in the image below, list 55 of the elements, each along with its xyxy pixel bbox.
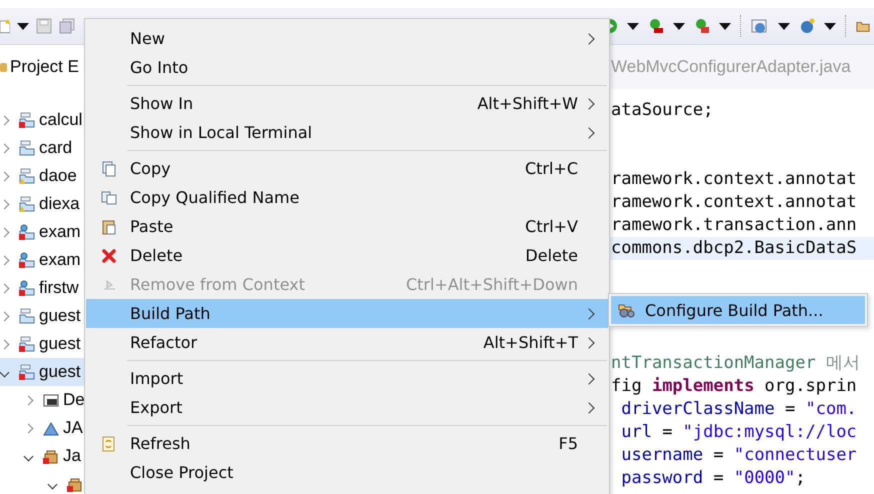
clipboard-icon <box>101 218 117 234</box>
menu-item[interactable]: Go Into <box>86 53 608 82</box>
menu-item[interactable]: Show in Local Terminal <box>86 118 608 147</box>
tree-item[interactable]: daoe <box>0 162 84 190</box>
tree-item[interactable]: exam <box>0 218 84 246</box>
code-line: password = "0000"; <box>620 467 807 490</box>
menu-item[interactable]: Import <box>86 364 608 393</box>
tree-item[interactable]: guest <box>0 330 84 358</box>
delete-icon <box>101 248 117 264</box>
menu-item[interactable]: Delete Delete <box>86 241 608 270</box>
caret-icon[interactable] <box>778 22 790 30</box>
tree-item[interactable]: card <box>0 134 84 162</box>
menu-item[interactable]: Copy Ctrl+C <box>86 154 608 183</box>
panel-icon <box>0 62 7 72</box>
menu-item[interactable]: Show In Alt+Shift+W <box>86 89 608 118</box>
save-all-icon[interactable] <box>59 18 75 34</box>
menu-item[interactable]: Refactor Alt+Shift+T <box>86 328 608 357</box>
new-file-icon[interactable] <box>0 18 10 34</box>
menu-item[interactable]: Copy Qualified Name <box>86 183 608 212</box>
code-line: ntTransactionManager 메서 <box>610 352 861 375</box>
menu-item[interactable]: Export <box>86 393 608 422</box>
menu-item[interactable]: Configure Build Path... <box>611 296 865 324</box>
caret-icon[interactable] <box>673 22 685 30</box>
tree-item[interactable]: diexa <box>0 190 84 218</box>
code-line: username = "connectuser <box>620 444 858 467</box>
copy-icon <box>101 160 117 176</box>
tree-item[interactable]: Ja <box>0 442 84 470</box>
caret-icon[interactable] <box>719 22 731 30</box>
code-line: driverClassName = "com. <box>620 398 858 421</box>
menu-item[interactable]: Close Project <box>86 458 608 487</box>
caret-icon[interactable] <box>17 22 29 30</box>
menu-item[interactable]: Refresh F5 <box>86 429 608 458</box>
tree-item[interactable]: guest <box>0 302 84 330</box>
refresh-icon <box>101 436 117 452</box>
code-line: url = "jdbc:mysql://loc <box>620 421 858 444</box>
tree-item[interactable]: De <box>0 386 84 414</box>
code-line: ramework.context.annotat <box>610 191 858 214</box>
gears-icon <box>617 302 635 318</box>
code-line: ataSource; <box>610 99 714 122</box>
caret-icon[interactable] <box>627 22 639 30</box>
code-line: ramework.context.annotat <box>610 168 858 191</box>
code-line: fig implements org.sprin <box>610 375 858 398</box>
caret-icon[interactable] <box>824 22 836 30</box>
menu-item[interactable]: New <box>86 24 608 53</box>
tree-item[interactable]: exam <box>0 246 84 274</box>
save-icon[interactable] <box>36 18 52 34</box>
tree-item[interactable]: JA <box>0 414 84 442</box>
copy-name-icon <box>101 190 117 206</box>
menu-item[interactable]: Paste Ctrl+V <box>86 212 608 241</box>
menu-item[interactable]: Build Path <box>86 299 608 328</box>
tree-item[interactable]: guest <box>0 358 84 386</box>
panel-title[interactable]: Project E <box>10 57 79 77</box>
tree-item[interactable]: calcul <box>0 106 84 134</box>
code-line: ramework.transaction.ann <box>610 214 858 237</box>
tree-item[interactable]: firstw <box>0 274 84 302</box>
